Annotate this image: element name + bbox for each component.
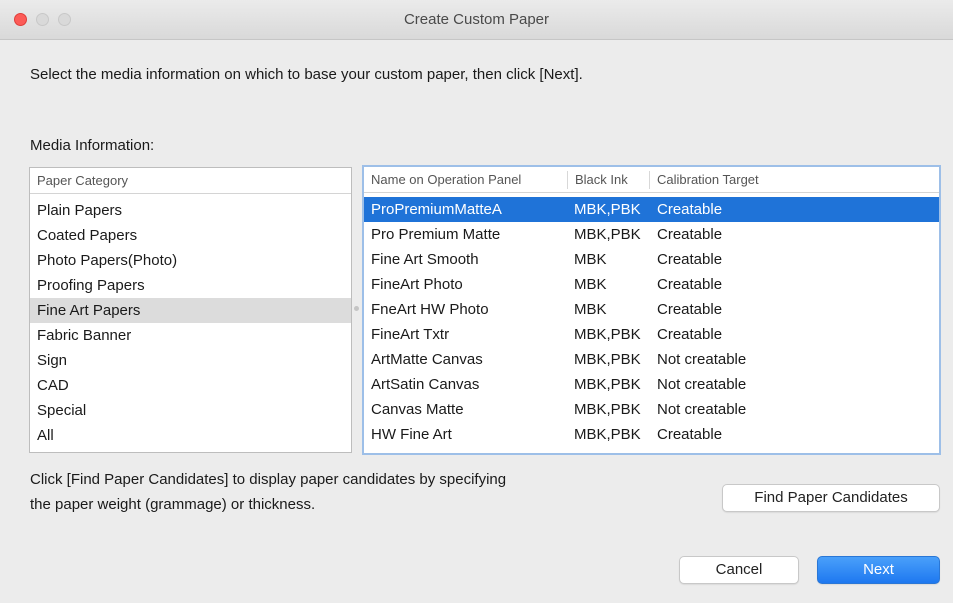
next-button[interactable]: Next xyxy=(817,556,940,584)
table-row[interactable]: Fine Art Smooth MBK Creatable xyxy=(364,247,939,272)
table-row[interactable]: FineArt Photo MBK Creatable xyxy=(364,272,939,297)
black-ink-cell: MBK,PBK xyxy=(574,201,641,218)
table-row[interactable]: FneArt HW Photo MBK Creatable xyxy=(364,297,939,322)
category-items: Plain Papers Coated Papers Photo Papers(… xyxy=(30,194,351,448)
media-name-cell: HW Fine Art xyxy=(371,426,452,443)
column-divider[interactable] xyxy=(649,171,650,189)
table-row[interactable]: HW Fine Art MBK,PBK Creatable xyxy=(364,422,939,447)
find-candidates-hint: Click [Find Paper Candidates] to display… xyxy=(30,467,506,517)
header-calibration-target[interactable]: Calibration Target xyxy=(657,167,759,193)
table-row[interactable]: ArtSatin Canvas MBK,PBK Not creatable xyxy=(364,372,939,397)
black-ink-cell: MBK xyxy=(574,276,607,293)
table-row[interactable]: Canvas Matte MBK,PBK Not creatable xyxy=(364,397,939,422)
instruction-text: Select the media information on which to… xyxy=(30,66,583,83)
hint-line-2: the paper weight (grammage) or thickness… xyxy=(30,496,316,513)
table-row[interactable]: ProPremiumMatteA MBK,PBK Creatable xyxy=(364,197,939,222)
black-ink-cell: MBK,PBK xyxy=(574,376,641,393)
media-table-body: ProPremiumMatteA MBK,PBK Creatable Pro P… xyxy=(364,193,939,447)
calibration-target-cell: Not creatable xyxy=(657,351,747,368)
window-title: Create Custom Paper xyxy=(403,11,550,28)
black-ink-cell: MBK xyxy=(574,301,607,318)
black-ink-cell: MBK xyxy=(574,251,607,268)
header-name-on-operation-panel[interactable]: Name on Operation Panel xyxy=(371,167,521,193)
black-ink-cell: MBK,PBK xyxy=(574,426,641,443)
title-bar: Create Custom Paper xyxy=(0,0,953,40)
panel-splitter-handle[interactable] xyxy=(354,306,359,311)
paper-category-header: Paper Category xyxy=(30,168,351,194)
table-row[interactable]: ArtMatte Canvas MBK,PBK Not creatable xyxy=(364,347,939,372)
paper-category-list[interactable]: Paper Category Plain Papers Coated Paper… xyxy=(29,167,352,453)
media-name-cell: ArtMatte Canvas xyxy=(371,351,483,368)
category-item-fabric-banner[interactable]: Fabric Banner xyxy=(30,323,351,348)
category-item-photo-papers[interactable]: Photo Papers(Photo) xyxy=(30,248,351,273)
media-name-cell: Fine Art Smooth xyxy=(371,251,479,268)
table-row[interactable]: FineArt Txtr MBK,PBK Creatable xyxy=(364,322,939,347)
category-item-sign[interactable]: Sign xyxy=(30,348,351,373)
column-divider[interactable] xyxy=(567,171,568,189)
black-ink-cell: MBK,PBK xyxy=(574,351,641,368)
black-ink-cell: MBK,PBK xyxy=(574,326,641,343)
category-item-special[interactable]: Special xyxy=(30,398,351,423)
calibration-target-cell: Creatable xyxy=(657,301,723,318)
category-item-coated-papers[interactable]: Coated Papers xyxy=(30,223,351,248)
category-item-cad[interactable]: CAD xyxy=(30,373,351,398)
calibration-target-cell: Creatable xyxy=(657,426,723,443)
media-name-cell: Pro Premium Matte xyxy=(371,226,501,243)
calibration-target-cell: Creatable xyxy=(657,201,723,218)
media-name-cell: FneArt HW Photo xyxy=(371,301,489,318)
cancel-button[interactable]: Cancel xyxy=(679,556,799,584)
calibration-target-cell: Not creatable xyxy=(657,376,747,393)
calibration-target-cell: Creatable xyxy=(657,226,723,243)
black-ink-cell: MBK,PBK xyxy=(574,401,641,418)
category-item-fine-art-papers[interactable]: Fine Art Papers xyxy=(30,298,351,323)
category-item-all[interactable]: All xyxy=(30,423,351,448)
table-row[interactable]: Pro Premium Matte MBK,PBK Creatable xyxy=(364,222,939,247)
category-item-proofing-papers[interactable]: Proofing Papers xyxy=(30,273,351,298)
calibration-target-cell: Creatable xyxy=(657,276,723,293)
category-item-plain-papers[interactable]: Plain Papers xyxy=(30,198,351,223)
media-information-label: Media Information: xyxy=(30,137,155,154)
find-paper-candidates-button[interactable]: Find Paper Candidates xyxy=(722,484,940,512)
black-ink-cell: MBK,PBK xyxy=(574,226,641,243)
header-black-ink[interactable]: Black Ink xyxy=(575,167,628,193)
media-name-cell: ProPremiumMatteA xyxy=(371,201,502,218)
calibration-target-cell: Creatable xyxy=(657,251,723,268)
media-name-cell: FineArt Txtr xyxy=(371,326,450,343)
media-name-cell: FineArt Photo xyxy=(371,276,463,293)
hint-line-1: Click [Find Paper Candidates] to display… xyxy=(30,471,507,488)
media-table-header: Name on Operation Panel Black Ink Calibr… xyxy=(364,167,939,193)
media-name-cell: ArtSatin Canvas xyxy=(371,376,480,393)
calibration-target-cell: Creatable xyxy=(657,326,723,343)
media-table[interactable]: Name on Operation Panel Black Ink Calibr… xyxy=(362,165,941,455)
media-name-cell: Canvas Matte xyxy=(371,401,464,418)
calibration-target-cell: Not creatable xyxy=(657,401,747,418)
